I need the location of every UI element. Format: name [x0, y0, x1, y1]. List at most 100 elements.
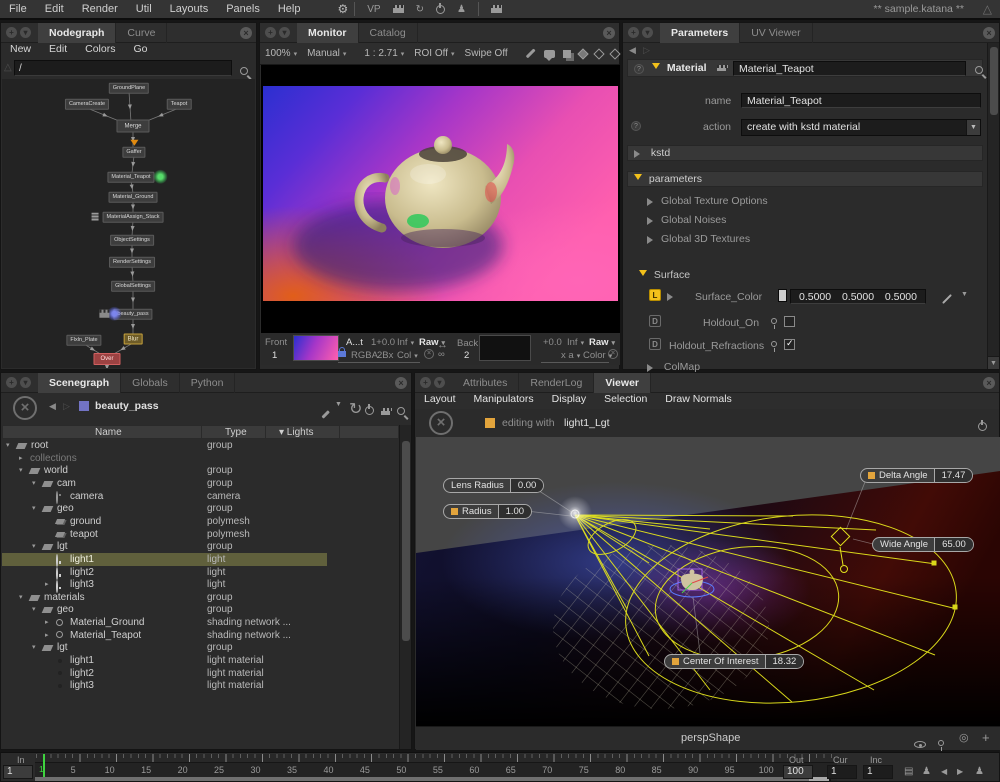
- node-flxln-plate[interactable]: Flxln_Plate: [66, 335, 101, 346]
- pixel-probe-icon[interactable]: [525, 52, 536, 55]
- manipulator-label-center-of-interest[interactable]: Center Of Interest18.32: [664, 654, 804, 669]
- close-icon[interactable]: ×: [603, 27, 615, 39]
- parameters-tab-uv-viewer[interactable]: UV Viewer: [740, 23, 812, 43]
- next-frame-icon[interactable]: ▶: [957, 767, 963, 776]
- expand-closed-icon[interactable]: [667, 293, 677, 301]
- expand-closed-icon[interactable]: [647, 236, 657, 244]
- viewer-viewport[interactable]: Lens Radius0.00Radius1.00Delta Angle17.4…: [416, 437, 1000, 726]
- nodegraph-menu-go[interactable]: Go: [124, 43, 156, 59]
- label-value[interactable]: 18.32: [765, 655, 804, 668]
- tree-item-name[interactable]: collections: [30, 452, 77, 465]
- search-icon[interactable]: [397, 402, 405, 420]
- pane-menu-icon[interactable]: ▾: [20, 27, 31, 38]
- flag-icon[interactable]: [717, 65, 726, 71]
- frame-ruler[interactable]: 5101520253035404550556065707580859095100…: [35, 754, 837, 781]
- viewer-menu-manipulators[interactable]: Manipulators: [465, 393, 543, 409]
- close-icon[interactable]: ×: [240, 27, 252, 39]
- column-header-lights[interactable]: ▾ Lights: [279, 426, 313, 439]
- viewer-menu-draw-normals[interactable]: Draw Normals: [656, 393, 741, 409]
- front-depth[interactable]: 2Bx: [377, 350, 393, 361]
- tree-item-name[interactable]: geo: [57, 603, 74, 616]
- state-icon[interactable]: [771, 315, 777, 327]
- expand-closed-icon[interactable]: [634, 150, 644, 158]
- scenegraph-tab-scenegraph[interactable]: Scenegraph: [38, 373, 121, 393]
- tree-row-geo[interactable]: ▾geogroup: [2, 502, 399, 515]
- scrollbar[interactable]: ▼: [987, 43, 999, 369]
- nodegraph-tab-nodegraph[interactable]: Nodegraph: [38, 23, 116, 43]
- tree-item-name[interactable]: lgt: [57, 641, 68, 654]
- layers-icon[interactable]: [563, 50, 571, 58]
- label-value[interactable]: 0.00: [510, 479, 544, 492]
- close-icon[interactable]: ×: [983, 377, 995, 389]
- name-field[interactable]: Material_Teapot: [741, 93, 981, 108]
- add-pane-icon[interactable]: +: [6, 377, 17, 388]
- column-header-name[interactable]: Name: [95, 426, 122, 439]
- prev-frame-icon[interactable]: ◀: [941, 767, 947, 776]
- label-value[interactable]: 17.47: [934, 469, 973, 482]
- group-global-texture-options[interactable]: Global Texture Options: [647, 195, 768, 207]
- slate-icon[interactable]: [381, 402, 390, 420]
- expand-closed-icon[interactable]: [647, 364, 657, 372]
- back-thumbnail[interactable]: [479, 335, 531, 361]
- parameters-tab-parameters[interactable]: Parameters: [660, 23, 740, 43]
- nodegraph-menu-new[interactable]: New: [1, 43, 40, 59]
- default-badge[interactable]: D: [649, 315, 661, 327]
- step-person-icon[interactable]: ♟: [922, 766, 931, 777]
- color-g[interactable]: 0.5000: [842, 290, 874, 303]
- column-header-type[interactable]: Type: [225, 426, 247, 439]
- node-material-ground[interactable]: Material_Ground: [109, 192, 158, 203]
- aperture-icon[interactable]: ◎: [959, 731, 969, 744]
- tree-row-light3[interactable]: light3light material: [2, 679, 399, 692]
- keyframe-copy-icon[interactable]: ▤: [904, 766, 913, 777]
- local-badge[interactable]: L: [649, 289, 661, 301]
- manipulator-label-delta-angle[interactable]: Delta Angle17.47: [860, 468, 973, 483]
- menu-panels[interactable]: Panels: [217, 3, 269, 15]
- tree-item-name[interactable]: lgt: [57, 540, 68, 553]
- tree-item-name[interactable]: camera: [70, 490, 103, 503]
- monitor-canvas[interactable]: [261, 65, 620, 333]
- back-icon[interactable]: ◀: [49, 401, 56, 412]
- clear-front-icon[interactable]: ×: [424, 349, 434, 359]
- node-blur[interactable]: Blur: [124, 334, 143, 345]
- tree-row-light3[interactable]: ▸light3light: [2, 578, 399, 591]
- expand-closed-icon[interactable]: [647, 217, 657, 225]
- power-icon[interactable]: [365, 402, 374, 420]
- label-value[interactable]: 65.00: [934, 538, 973, 551]
- clear-selection-icon[interactable]: ×: [13, 396, 37, 420]
- monitor-tab-catalog[interactable]: Catalog: [359, 23, 418, 43]
- group-global-noises[interactable]: Global Noises: [647, 214, 726, 226]
- color-swatch[interactable]: [778, 289, 787, 302]
- node-material-teapot[interactable]: Material_Teapot: [107, 172, 154, 183]
- link-icon[interactable]: ∞: [438, 349, 445, 360]
- tree-item-name[interactable]: light3: [70, 679, 94, 692]
- power-icon[interactable]: [436, 5, 445, 14]
- front-name[interactable]: A...t: [346, 337, 363, 348]
- panel-grip[interactable]: + ▾: [628, 27, 653, 38]
- expand-closed-icon[interactable]: [647, 198, 657, 206]
- menu-file[interactable]: File: [0, 3, 36, 15]
- comment-icon[interactable]: [544, 50, 555, 58]
- node-over[interactable]: Over: [93, 353, 120, 365]
- nodegraph-menu-edit[interactable]: Edit: [40, 43, 76, 59]
- tree-row-materials[interactable]: ▾materialsgroup: [2, 591, 399, 604]
- cur-field[interactable]: 1: [827, 765, 857, 779]
- holdout-refractions-checkbox[interactable]: [784, 339, 795, 350]
- back-exposure[interactable]: +0.0: [543, 337, 562, 348]
- parameters-group[interactable]: parameters: [627, 171, 983, 187]
- person-icon[interactable]: ♟: [457, 4, 466, 15]
- help-icon[interactable]: ?: [634, 64, 644, 74]
- viewer-tab-attributes[interactable]: Attributes: [452, 373, 519, 393]
- tree-row-root[interactable]: ▾rootgroup: [2, 439, 399, 452]
- scenegraph-tab-python[interactable]: Python: [180, 373, 236, 393]
- monitor-tab-monitor[interactable]: Monitor: [297, 23, 359, 43]
- slate-icon[interactable]: [491, 5, 502, 13]
- manipulator-label-lens-radius[interactable]: Lens Radius0.00: [443, 478, 544, 493]
- add-pane-icon[interactable]: +: [265, 27, 276, 38]
- action-dropdown[interactable]: create with kstd material ▼: [741, 119, 981, 136]
- tree-item-name[interactable]: cam: [57, 477, 76, 490]
- pane-menu-icon[interactable]: ▾: [434, 377, 445, 388]
- front-exposure[interactable]: 1+0.0: [371, 337, 395, 348]
- back-mult[interactable]: x a▾: [561, 350, 580, 361]
- expand-open-icon[interactable]: [634, 174, 642, 184]
- scrollbar[interactable]: [399, 425, 411, 749]
